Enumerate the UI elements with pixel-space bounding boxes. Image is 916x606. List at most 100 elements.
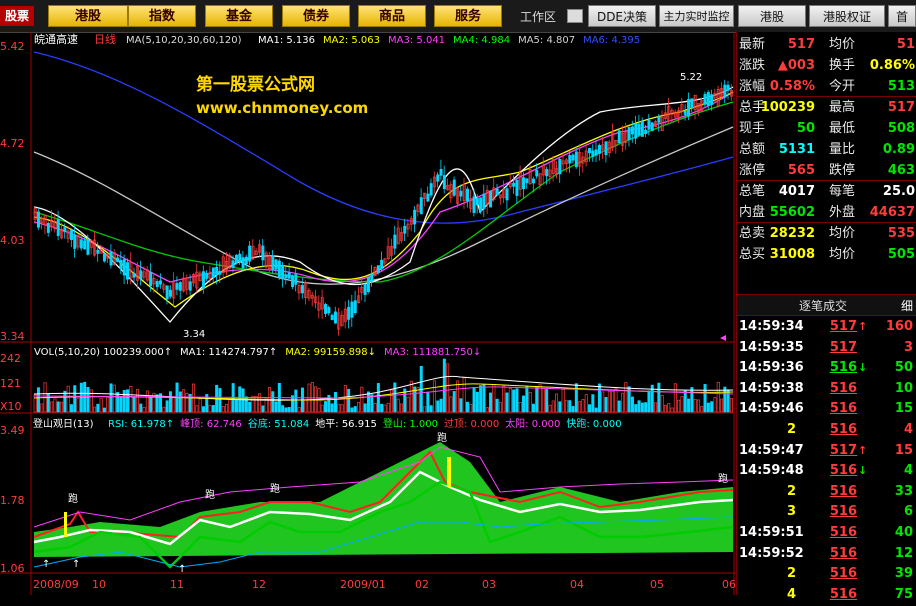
candle-body [102,253,106,262]
indicator-chart: 跑 跑 跑 跑 跑 ↑ ↑ ↑ [33,431,734,575]
date-tick: 11 [170,578,184,591]
workspace-dropdown-icon[interactable] [567,9,583,23]
volume-bar [472,387,476,413]
candle-body [419,197,423,215]
hk-button[interactable]: 港股 [738,5,806,27]
volume-bar [383,404,387,413]
quote-value: 517 [787,37,815,52]
volume-bar [621,392,625,413]
volume-bar [601,391,605,413]
workspace-label: 工作区 [520,10,557,24]
tick-time: 14:59:51 [739,525,804,540]
service-button[interactable]: 服务 [434,5,502,27]
candle-body [627,127,631,140]
quote-label: 每笔 [829,184,856,199]
volume-bar [597,383,601,413]
volume-bar [86,387,90,413]
candle-body [687,99,691,117]
quote-value: 44637 [869,205,915,220]
candle-body [116,257,120,263]
candle-body [630,126,634,135]
quote-value: 0.58% [769,79,815,94]
volume-bar [660,395,664,413]
header-value: RSI: 61.978↑ [108,419,174,430]
volume-bar [258,393,262,413]
volume-bar [251,395,255,413]
volume-bar [538,384,542,413]
tick-row: 14:59:35 517 3 [737,337,916,359]
candle-body [165,285,169,300]
home-button[interactable]: 首 [888,5,916,27]
hk-warrant-button[interactable]: 港股权证 [809,5,885,27]
quote-value: 5131 [778,142,815,157]
volume-bar [594,407,598,413]
kline-chart-area[interactable]: 5.42 4.72 4.03 3.34 242 121 X10 3.49 1.7… [0,32,736,595]
candle-body [637,123,641,136]
index-button[interactable]: 指数 [128,5,196,27]
quote-row: 总卖 28232 均价 535 [737,223,916,244]
quote-label: 均价 [829,37,856,52]
volume-bar [357,402,361,413]
moving-average-lines [33,51,734,324]
candle-body [617,130,621,144]
quote-value: 51 [896,37,915,52]
candle-body [300,285,304,294]
volume-bar [135,388,139,413]
volume-bar [165,400,169,413]
price-tick: 4.03 [0,234,25,247]
candle-body [119,260,123,269]
tick-volume: 4 [903,422,913,437]
candlestick-series [33,79,733,336]
header-value: MA3: 5.041 [388,35,445,46]
bond-button[interactable]: 债券 [282,5,350,27]
volume-bar [512,389,516,413]
dde-button[interactable]: DDE决策 [588,5,656,27]
monitor-button[interactable]: 主力实时监控 [659,5,734,27]
volume-bar [426,391,430,413]
quote-value: 513 [887,79,915,94]
volume-bar [555,393,559,413]
indicator-tick: 3.49 [0,424,25,437]
ticks-detail-button[interactable]: 细 [901,297,913,314]
volume-bar [700,406,704,413]
volume-axis: 242 121 X10 [0,352,22,413]
hk-stock-button[interactable]: 港股 [48,5,128,27]
candle-body [726,84,730,91]
candle-body [69,230,73,241]
quote-row: 涨跌 ▲003 换手 0.86% [737,55,916,76]
candle-body [201,271,205,289]
volume-bar [225,403,229,413]
candle-body [393,234,397,249]
volume-bar [363,403,367,413]
app-logo[interactable]: 股票 [0,6,34,26]
tick-volume: 3 [903,339,913,355]
candle-body [291,275,295,287]
quote-label: 总卖 [739,226,766,241]
candle-body [558,158,562,175]
volume-bar [102,407,106,413]
candle-body [218,270,222,275]
volume-bar [109,383,113,413]
volume-bar [485,407,489,413]
volume-bar [469,404,473,413]
volume-bar [551,400,555,413]
candle-body [347,306,351,320]
tick-price: 516 [829,422,857,437]
volume-bar [607,391,611,413]
volume-bar [713,397,717,413]
volume-bar [360,386,364,413]
volume-bar [459,398,463,413]
candle-body [505,188,509,201]
volume-bar [690,387,694,413]
candle-body [522,177,526,190]
volume-bar [462,377,466,413]
quote-label: 换手 [829,58,856,73]
commodity-button[interactable]: 商品 [358,5,426,27]
watermark-title: 第一股票公式网 [196,74,315,95]
tick-time: 14:59:52 [739,545,804,561]
volume-bar [670,407,674,413]
fund-button[interactable]: 基金 [205,5,273,27]
high-price-label: 5.22 [680,72,702,83]
run-signal-label: 跑 [718,472,728,485]
candle-body [568,155,572,164]
